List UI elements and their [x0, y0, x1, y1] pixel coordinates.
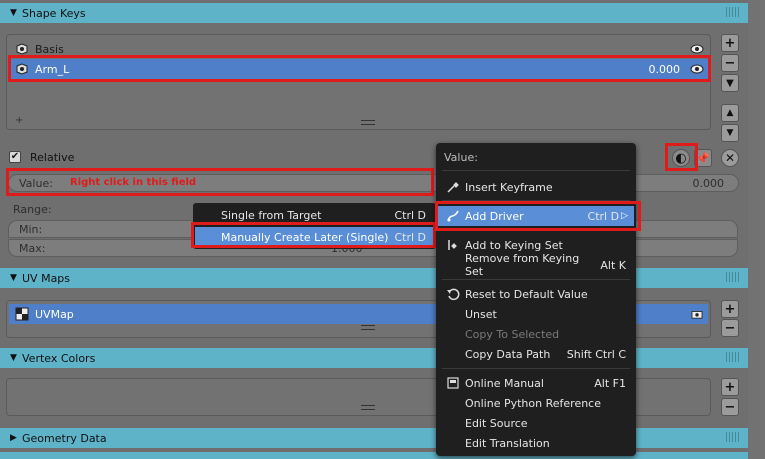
- move-down-button[interactable]: ▼: [721, 124, 739, 142]
- menu-item-unset[interactable]: Unset: [438, 304, 634, 324]
- shape-edit-mode-button[interactable]: ◐: [672, 149, 690, 167]
- eye-icon[interactable]: [690, 44, 704, 54]
- value-field-number: 0.000: [692, 176, 725, 190]
- manual-icon: [447, 377, 459, 389]
- list-item-label: Basis: [35, 42, 64, 56]
- min-label: Min:: [19, 222, 43, 236]
- shape-keys-list[interactable]: Basis Arm_L 0.000 +: [6, 34, 711, 130]
- uv-maps-title: UV Maps: [22, 271, 71, 285]
- driver-submenu: Single from Target Ctrl D Manually Creat…: [193, 203, 436, 249]
- keyingset-icon: [448, 240, 457, 250]
- shape-keys-panel-header[interactable]: ▼ Shape Keys: [0, 3, 748, 23]
- list-resize-grip[interactable]: [361, 120, 375, 125]
- reset-icon: [447, 288, 460, 301]
- menu-item-online-manual[interactable]: Online Manual Alt F1: [438, 373, 634, 393]
- right-scroll-strip: [748, 0, 765, 459]
- value-field-label: Value:: [19, 176, 53, 190]
- menu-item-edit-source[interactable]: Edit Source: [438, 413, 634, 433]
- remove-uv-map-button[interactable]: −: [721, 319, 739, 337]
- list-resize-grip[interactable]: [361, 405, 375, 410]
- uv-grid-icon: [15, 307, 29, 321]
- clear-shape-button[interactable]: ✕: [721, 149, 739, 167]
- list-item[interactable]: Arm_L 0.000: [9, 59, 708, 79]
- collapse-triangle-icon: ▼: [10, 8, 17, 18]
- eye-icon[interactable]: [690, 64, 704, 74]
- add-vertex-color-button[interactable]: +: [721, 378, 739, 396]
- menu-item-online-python-reference[interactable]: Online Python Reference: [438, 393, 634, 413]
- expand-triangle-icon: ▶: [10, 433, 17, 443]
- add-uv-map-button[interactable]: +: [721, 300, 739, 318]
- menu-separator: [442, 170, 630, 171]
- menu-item-reset-to-default[interactable]: Reset to Default Value: [438, 284, 634, 304]
- menu-separator: [442, 279, 630, 280]
- shape-key-icon: [16, 43, 28, 55]
- add-small-icon[interactable]: +: [15, 115, 23, 126]
- geometry-data-title: Geometry Data: [22, 431, 107, 445]
- shape-key-value[interactable]: 0.000: [649, 63, 681, 76]
- list-item[interactable]: Basis: [9, 39, 708, 59]
- menu-item-edit-translation[interactable]: Edit Translation: [438, 433, 634, 453]
- range-label: Range:: [13, 203, 52, 216]
- menu-separator: [442, 368, 630, 369]
- shape-keys-title: Shape Keys: [22, 6, 86, 20]
- relative-label: Relative: [30, 151, 75, 164]
- camera-icon[interactable]: [690, 309, 704, 319]
- max-label: Max:: [19, 241, 46, 255]
- menu-item-manually-create-later[interactable]: Manually Create Later (Single) Ctrl D: [195, 227, 434, 247]
- collapse-triangle-icon: ▼: [10, 273, 17, 283]
- submenu-arrow-icon: ▷: [621, 211, 628, 221]
- list-item-label: Arm_L: [35, 62, 70, 76]
- driver-icon: [447, 210, 459, 222]
- menu-title: Value:: [444, 151, 478, 164]
- menu-item-insert-keyframe[interactable]: Insert Keyframe: [438, 177, 634, 197]
- panel-drag-grip[interactable]: [726, 272, 740, 282]
- menu-item-single-from-target[interactable]: Single from Target Ctrl D: [195, 205, 434, 225]
- menu-item-remove-from-keying-set[interactable]: Remove from Keying Set Alt K: [438, 252, 634, 278]
- remove-vertex-color-button[interactable]: −: [721, 398, 739, 416]
- move-up-button[interactable]: ▲: [721, 104, 739, 122]
- menu-item-copy-to-selected: Copy To Selected: [465, 327, 560, 341]
- list-resize-grip[interactable]: [361, 325, 375, 330]
- relative-checkbox[interactable]: ✔: [9, 151, 21, 163]
- pin-shape-button[interactable]: 📌: [694, 149, 712, 167]
- menu-separator: [442, 229, 630, 230]
- specials-menu-button[interactable]: ▼: [721, 74, 739, 92]
- value-context-menu: Value: Insert Keyframe Add Driver Ctrl D…: [436, 143, 636, 456]
- vertex-colors-title: Vertex Colors: [22, 351, 96, 365]
- remove-shape-key-button[interactable]: −: [721, 54, 739, 72]
- panel-drag-grip[interactable]: [726, 352, 740, 362]
- menu-separator: [442, 200, 630, 201]
- menu-item-copy-data-path[interactable]: Copy Data Path Shift Ctrl C: [438, 344, 634, 364]
- add-shape-key-button[interactable]: +: [721, 34, 739, 52]
- menu-item-add-driver[interactable]: Add Driver Ctrl D ▷: [438, 206, 634, 226]
- annotation-hint: Right click in this field: [70, 177, 197, 188]
- shape-key-icon: [16, 63, 28, 75]
- collapse-triangle-icon: ▼: [10, 353, 17, 363]
- keyframe-icon: [447, 182, 459, 193]
- panel-drag-grip[interactable]: [726, 432, 740, 442]
- panel-drag-grip[interactable]: [726, 7, 740, 17]
